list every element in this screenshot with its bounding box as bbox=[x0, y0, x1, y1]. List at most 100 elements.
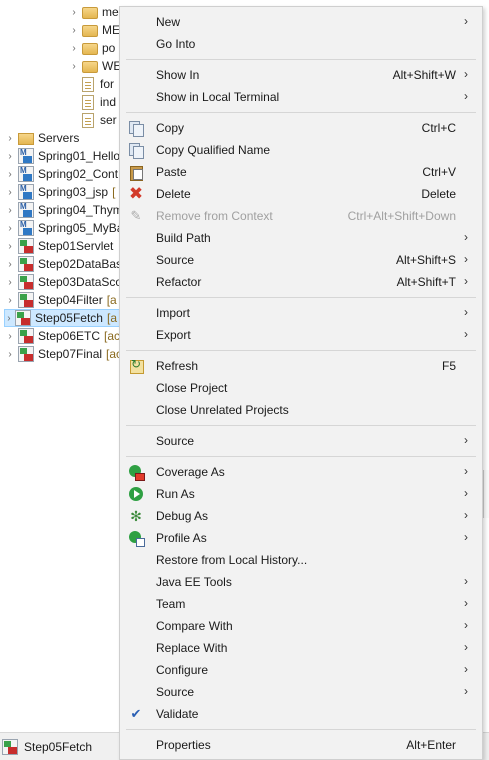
tree-item-label: me bbox=[102, 5, 119, 19]
file-icon bbox=[82, 76, 94, 92]
menu-item-show-in[interactable]: Show In Alt+Shift+W › bbox=[120, 64, 482, 86]
tree-item[interactable]: › Step07Final [ac bbox=[4, 345, 122, 363]
menu-item-show-in-local-terminal[interactable]: Show in Local Terminal › bbox=[120, 86, 482, 108]
tree-item[interactable]: › Spring03_jsp[ bbox=[4, 183, 115, 201]
expand-chevron-icon[interactable]: › bbox=[68, 7, 80, 18]
tree-item[interactable]: › Spring04_Thym bbox=[4, 201, 123, 219]
expand-chevron-icon[interactable]: › bbox=[4, 187, 16, 198]
tree-item[interactable]: ser bbox=[80, 111, 117, 129]
expand-chevron-icon[interactable]: › bbox=[4, 331, 16, 342]
expand-chevron-icon[interactable]: › bbox=[4, 349, 16, 360]
expand-chevron-icon[interactable]: › bbox=[4, 205, 16, 216]
menu-item-properties[interactable]: Properties Alt+Enter bbox=[120, 734, 482, 756]
menu-item-copy-qualified-name[interactable]: Copy Qualified Name bbox=[120, 139, 482, 161]
tree-item[interactable]: › Step03DataSco bbox=[4, 273, 122, 291]
tree-item-label: ME bbox=[102, 23, 120, 37]
tree-item[interactable]: › Spring05_MyBa bbox=[4, 219, 123, 237]
tree-item[interactable]: › WE bbox=[68, 57, 121, 75]
tree-item-decoration: [ bbox=[112, 185, 116, 199]
expand-chevron-icon[interactable]: › bbox=[4, 151, 16, 162]
menu-item-source-2[interactable]: Source › bbox=[120, 430, 482, 452]
menu-item-refresh[interactable]: Refresh F5 bbox=[120, 355, 482, 377]
menu-item-profile-as[interactable]: Profile As › bbox=[120, 527, 482, 549]
menu-item-paste[interactable]: Paste Ctrl+V bbox=[120, 161, 482, 183]
menu-item-shortcut: Delete bbox=[421, 187, 456, 201]
menu-item-source-3[interactable]: Source › bbox=[120, 681, 482, 703]
expand-chevron-icon[interactable]: › bbox=[68, 61, 80, 72]
menu-item-label: Coverage As bbox=[156, 465, 225, 479]
menu-item-import[interactable]: Import › bbox=[120, 302, 482, 324]
tree-item-label: ser bbox=[100, 113, 117, 127]
submenu-chevron-icon: › bbox=[464, 684, 468, 698]
tree-item[interactable]: › Step01Servlet bbox=[4, 237, 113, 255]
menu-item-label: Restore from Local History... bbox=[156, 553, 308, 567]
expand-chevron-icon[interactable]: › bbox=[4, 169, 16, 180]
tree-item[interactable]: › Step02DataBas bbox=[4, 255, 122, 273]
menu-item-run-as[interactable]: Run As › bbox=[120, 483, 482, 505]
menu-item-new[interactable]: New › bbox=[120, 11, 482, 33]
tree-item[interactable]: › Step04Filter [a bbox=[4, 291, 117, 309]
menu-item-delete[interactable]: ✖ Delete Delete bbox=[120, 183, 482, 205]
menu-item-validate[interactable]: ✔ Validate bbox=[120, 703, 482, 725]
menu-item-debug-as[interactable]: ✻ Debug As › bbox=[120, 505, 482, 527]
menu-item-label: Show in Local Terminal bbox=[156, 90, 280, 104]
menu-item-shortcut: Alt+Shift+W bbox=[392, 68, 456, 82]
file-icon bbox=[82, 94, 94, 110]
submenu-chevron-icon: › bbox=[464, 327, 468, 341]
expand-chevron-icon[interactable]: › bbox=[5, 313, 13, 324]
menu-item-restore-from-local-history[interactable]: Restore from Local History... bbox=[120, 549, 482, 571]
menu-item-shortcut: Ctrl+Alt+Shift+Down bbox=[347, 209, 456, 223]
menu-item-copy[interactable]: Copy Ctrl+C bbox=[120, 117, 482, 139]
menu-item-label: Copy bbox=[156, 121, 185, 135]
menu-item-compare-with[interactable]: Compare With › bbox=[120, 615, 482, 637]
menu-item-shortcut: Alt+Shift+S bbox=[395, 253, 456, 267]
profile-icon bbox=[128, 530, 145, 547]
expand-chevron-icon[interactable]: › bbox=[4, 259, 16, 270]
maven-project-icon bbox=[18, 220, 34, 236]
tree-item[interactable]: › Spring01_Hello bbox=[4, 147, 120, 165]
menu-item-go-into[interactable]: Go Into bbox=[120, 33, 482, 55]
menu-item-team[interactable]: Team › bbox=[120, 593, 482, 615]
menu-item-label: Refresh bbox=[156, 359, 199, 373]
tree-item[interactable]: › me bbox=[68, 3, 119, 21]
tree-item[interactable]: › Spring02_Cont bbox=[4, 165, 118, 183]
menu-item-java-ee-tools[interactable]: Java EE Tools › bbox=[120, 571, 482, 593]
menu-item-replace-with[interactable]: Replace With › bbox=[120, 637, 482, 659]
tree-item[interactable]: › Step06ETC [ac bbox=[4, 327, 120, 345]
folder-icon bbox=[82, 25, 98, 37]
menu-item-configure[interactable]: Configure › bbox=[120, 659, 482, 681]
expand-chevron-icon[interactable]: › bbox=[4, 295, 16, 306]
tree-item-decoration: [a bbox=[106, 311, 117, 325]
tree-item-label: Spring05_MyBa bbox=[38, 221, 124, 235]
submenu-chevron-icon: › bbox=[464, 530, 468, 544]
tree-item[interactable]: › Servers bbox=[4, 129, 79, 147]
menu-item-label: Source bbox=[156, 253, 195, 267]
tree-item[interactable]: › ME bbox=[68, 21, 120, 39]
run-icon bbox=[128, 486, 144, 502]
tree-item-selected[interactable]: › Step05Fetch [a bbox=[4, 309, 120, 327]
maven-project-icon bbox=[18, 166, 34, 182]
menu-item-close-project[interactable]: Close Project bbox=[120, 377, 482, 399]
menu-item-shortcut: Alt+Shift+T bbox=[396, 275, 456, 289]
web-project-icon bbox=[18, 346, 34, 362]
expand-chevron-icon[interactable]: › bbox=[4, 133, 16, 144]
paste-icon bbox=[128, 164, 144, 181]
tree-item[interactable]: ind bbox=[80, 93, 116, 111]
tree-item-label: Spring04_Thym bbox=[38, 203, 123, 217]
menu-item-build-path[interactable]: Build Path › bbox=[120, 227, 482, 249]
tree-item-label: Step03DataSco bbox=[38, 275, 123, 289]
expand-chevron-icon[interactable]: › bbox=[4, 277, 16, 288]
menu-item-refactor[interactable]: Refactor Alt+Shift+T › bbox=[120, 271, 482, 293]
expand-chevron-icon[interactable]: › bbox=[4, 223, 16, 234]
menu-item-coverage-as[interactable]: Coverage As › bbox=[120, 461, 482, 483]
menu-item-close-unrelated-projects[interactable]: Close Unrelated Projects bbox=[120, 399, 482, 421]
submenu-chevron-icon: › bbox=[464, 230, 468, 244]
menu-item-source-1[interactable]: Source Alt+Shift+S › bbox=[120, 249, 482, 271]
expand-chevron-icon[interactable]: › bbox=[68, 25, 80, 36]
menu-item-label: Java EE Tools bbox=[156, 575, 232, 589]
menu-item-export[interactable]: Export › bbox=[120, 324, 482, 346]
expand-chevron-icon[interactable]: › bbox=[68, 43, 80, 54]
tree-item[interactable]: for bbox=[80, 75, 114, 93]
expand-chevron-icon[interactable]: › bbox=[4, 241, 16, 252]
tree-item[interactable]: › po bbox=[68, 39, 115, 57]
